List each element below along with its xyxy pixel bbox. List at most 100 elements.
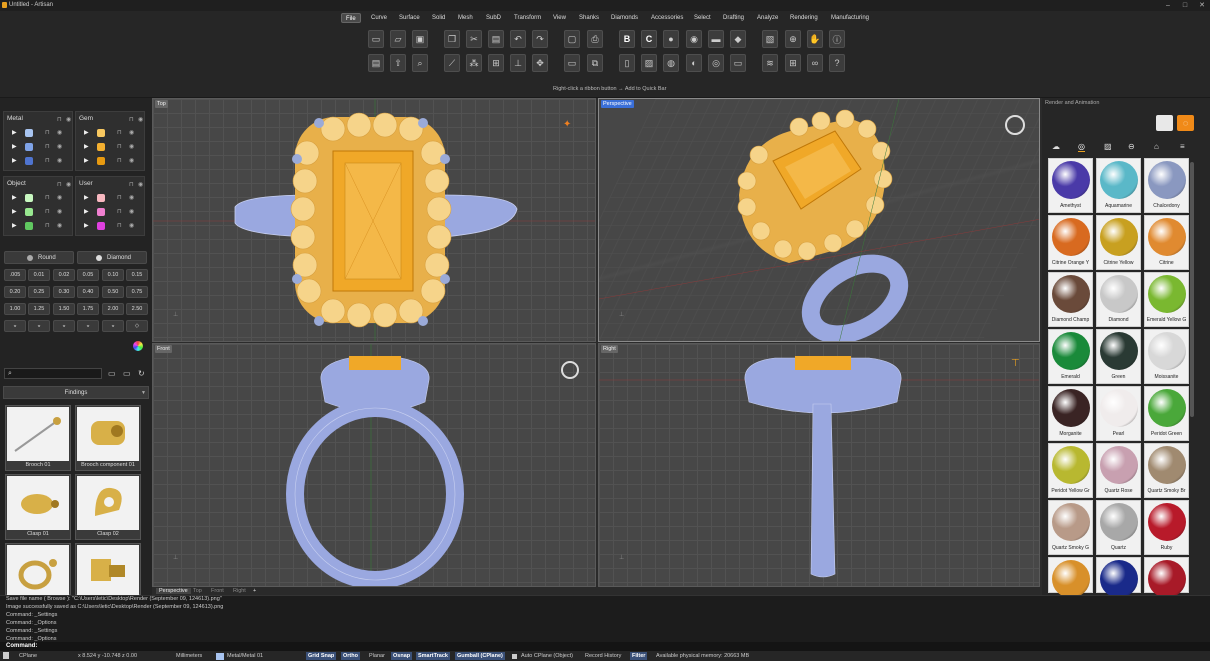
layer-swatch[interactable] — [25, 129, 33, 137]
material-swatch[interactable]: Quartz Smoky G — [1048, 500, 1093, 555]
layer-swatch[interactable] — [97, 222, 105, 230]
cut-profile-icon[interactable]: ◒ — [28, 320, 50, 332]
texture-tab-icon[interactable]: ▨ — [1104, 142, 1112, 151]
carat-button[interactable]: 0.05 — [77, 269, 99, 281]
carat-button[interactable]: 0.25 — [28, 286, 50, 298]
carat-button[interactable]: 1.50 — [53, 303, 75, 315]
current-layer[interactable]: Metal/Metal 01 — [227, 652, 263, 660]
lock-icon[interactable]: ⊓ — [45, 222, 50, 229]
eye-icon[interactable]: ◉ — [57, 208, 62, 215]
copy-icon[interactable]: ❐ — [444, 30, 460, 48]
color-wheel-icon[interactable] — [133, 341, 143, 351]
ring-size-gauge-icon[interactable] — [1005, 115, 1025, 135]
material-swatch[interactable]: Quartz Smoky Br — [1144, 443, 1189, 498]
carat-button[interactable]: 0.50 — [102, 286, 124, 298]
carat-button[interactable]: 2.00 — [102, 303, 124, 315]
snap-icon[interactable]: ⊥ — [510, 54, 526, 72]
material-swatch[interactable] — [1096, 557, 1141, 598]
lock-icon[interactable]: ⊓ — [45, 129, 50, 136]
eye-icon[interactable]: ◉ — [66, 181, 71, 188]
xray-icon[interactable]: ◆ — [730, 30, 746, 48]
menu-select[interactable]: Select — [690, 13, 715, 23]
layer-swatch[interactable] — [25, 194, 33, 202]
close-icon[interactable]: ✕ — [1194, 1, 1210, 10]
target-icon[interactable]: ⊕ — [785, 30, 801, 48]
carat-button[interactable]: 1.75 — [77, 303, 99, 315]
layer-swatch[interactable] — [97, 208, 105, 216]
cut-profile-icon[interactable]: ◒ — [102, 320, 124, 332]
help-icon[interactable]: ? — [829, 54, 845, 72]
material-swatch[interactable]: Diamond — [1096, 272, 1141, 327]
viewport-label-top[interactable]: Top — [155, 100, 168, 108]
layer-swatch[interactable] — [97, 194, 105, 202]
group-icon[interactable]: ⁂ — [466, 54, 482, 72]
auto-cplane-checkbox[interactable] — [512, 654, 517, 659]
eye-icon[interactable]: ◉ — [138, 181, 143, 188]
material-swatch[interactable]: Emerald — [1048, 329, 1093, 384]
menu-file[interactable]: File — [341, 13, 361, 23]
environment-icon[interactable]: ◐ — [686, 54, 702, 72]
bold-display-icon[interactable]: B — [619, 30, 635, 48]
library-category-dropdown[interactable]: Findings ▼ — [3, 386, 149, 399]
play-icon[interactable]: ▶ — [12, 222, 17, 229]
eye-icon[interactable]: ◉ — [57, 143, 62, 150]
lock-icon[interactable]: ⊓ — [45, 143, 50, 150]
menu-rendering[interactable]: Rendering — [786, 13, 822, 23]
layer-swatch[interactable] — [97, 143, 105, 151]
refresh-icon[interactable]: ↻ — [138, 369, 145, 378]
menu-drafting[interactable]: Drafting — [719, 13, 748, 23]
ring-gauge-icon[interactable] — [561, 361, 579, 379]
play-icon[interactable]: ▶ — [12, 194, 17, 201]
eye-icon[interactable]: ◉ — [57, 222, 62, 229]
menu-shanks[interactable]: Shanks — [575, 13, 603, 23]
lock-icon[interactable]: ⊓ — [57, 181, 62, 188]
pan-hand-icon[interactable]: ✋ — [807, 30, 823, 48]
layer-swatch[interactable] — [25, 143, 33, 151]
carat-button[interactable]: .005 — [4, 269, 26, 281]
carat-button[interactable]: 0.75 — [126, 286, 148, 298]
redo-icon[interactable]: ↷ — [532, 30, 548, 48]
lock-icon[interactable]: ⊓ — [117, 194, 122, 201]
properties-icon[interactable]: ▧ — [762, 30, 778, 48]
carat-button[interactable]: 1.00 — [4, 303, 26, 315]
cut-profile-icon[interactable]: ◒ — [53, 320, 75, 332]
lock-icon[interactable]: ⊓ — [45, 157, 50, 164]
eye-icon[interactable]: ◉ — [129, 157, 134, 164]
library-item[interactable]: Brooch component 01 — [75, 405, 141, 471]
library-item[interactable]: Clasp 01 — [5, 474, 71, 540]
minimize-icon[interactable]: – — [1160, 1, 1176, 10]
play-icon[interactable]: ▶ — [84, 194, 89, 201]
zoom-icon[interactable]: ⌕ — [412, 54, 428, 72]
lock-icon[interactable]: ⊓ — [117, 208, 122, 215]
play-icon[interactable]: ▶ — [12, 143, 17, 150]
play-icon[interactable]: ▶ — [12, 208, 17, 215]
save-icon[interactable]: ▣ — [412, 30, 428, 48]
dimension-icon[interactable]: ⟋ — [444, 54, 460, 72]
units-label[interactable]: Millimeters — [176, 652, 202, 660]
open-folder-icon[interactable]: ▱ — [390, 30, 406, 48]
layout-icon[interactable]: ⊞ — [488, 54, 504, 72]
menu-subd[interactable]: SubD — [482, 13, 505, 23]
folder-add-icon[interactable]: ▭ — [123, 369, 131, 378]
lock-icon[interactable]: ⊓ — [117, 222, 122, 229]
material-swatch[interactable]: Quartz — [1096, 500, 1141, 555]
lock-icon[interactable]: ⊓ — [129, 116, 134, 123]
image-icon[interactable]: ▨ — [641, 54, 657, 72]
ortho-toggle[interactable]: Ortho — [341, 652, 360, 660]
round-shape-button[interactable]: Round — [4, 251, 74, 264]
material-swatch[interactable]: Quartz Rose — [1096, 443, 1141, 498]
layer-swatch[interactable] — [97, 129, 105, 137]
library-item[interactable]: Brooch 01 — [5, 405, 71, 471]
material-swatch[interactable]: Morganite — [1048, 386, 1093, 441]
viewport-label-right[interactable]: Right — [601, 345, 618, 353]
grid-snap-toggle[interactable]: Grid Snap — [306, 652, 337, 660]
maximize-icon[interactable]: □ — [1177, 1, 1193, 10]
eye-icon[interactable]: ◉ — [129, 143, 134, 150]
import-icon[interactable]: ⇧ — [390, 54, 406, 72]
filter-toggle[interactable]: Filter — [630, 652, 648, 660]
cut-profile-icon[interactable]: ◇ — [126, 320, 148, 332]
lock-icon[interactable]: ⊓ — [45, 194, 50, 201]
carat-button[interactable]: 2.50 — [126, 303, 148, 315]
comment-icon[interactable]: ▭ — [730, 54, 746, 72]
smarttrack-toggle[interactable]: SmartTrack — [416, 652, 450, 660]
